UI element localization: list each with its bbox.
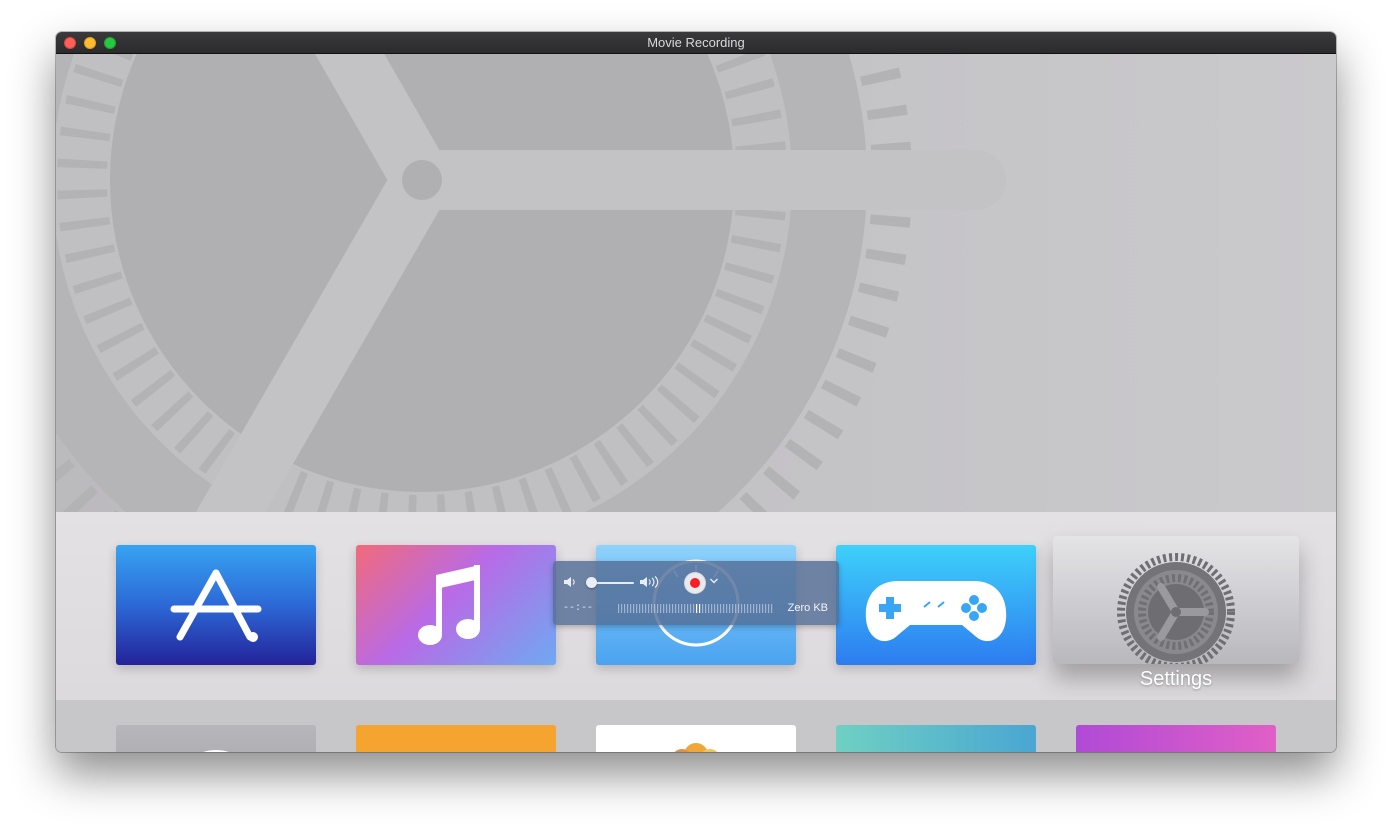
movie-recording-window: Movie Recording Settings --:-- Zero KB [56, 32, 1336, 752]
row2-tile-5[interactable] [1076, 725, 1276, 752]
settings-label: Settings [1139, 668, 1213, 690]
record-button[interactable] [684, 572, 706, 594]
volume-high-icon[interactable] [639, 575, 663, 589]
file-size: Zero KB [787, 602, 828, 614]
music-note-icon [418, 565, 480, 645]
title-bar[interactable]: Movie Recording [56, 32, 1336, 54]
settings-tile[interactable] [1053, 536, 1299, 671]
row2-tile-1[interactable] [116, 725, 316, 752]
app-store-tile[interactable] [116, 545, 316, 665]
record-dot-icon [690, 578, 700, 588]
elapsed-time: --:-- [563, 603, 594, 614]
volume-low-icon[interactable] [563, 576, 579, 588]
background-gear-icon [56, 54, 1006, 512]
audio-level-meter [618, 604, 773, 613]
gear-icon [1117, 553, 1235, 671]
window-title: Movie Recording [647, 35, 745, 50]
volume-slider-knob[interactable] [586, 577, 597, 588]
gamepad-icon [865, 581, 1007, 642]
row2-tile-3[interactable] [596, 725, 796, 752]
video-preview: Settings [56, 54, 1336, 752]
music-tile[interactable] [356, 545, 556, 665]
app-store-icon [170, 569, 262, 642]
chevron-down-icon[interactable] [709, 577, 719, 585]
partial-icon [203, 750, 229, 752]
partial-icon [674, 743, 718, 752]
row2-tile-2[interactable] [356, 725, 556, 752]
hud-top-row [553, 561, 839, 597]
row2-tile-4[interactable] [836, 725, 1036, 752]
recording-controls-hud[interactable]: --:-- Zero KB [553, 561, 839, 625]
games-tile[interactable] [836, 545, 1036, 665]
